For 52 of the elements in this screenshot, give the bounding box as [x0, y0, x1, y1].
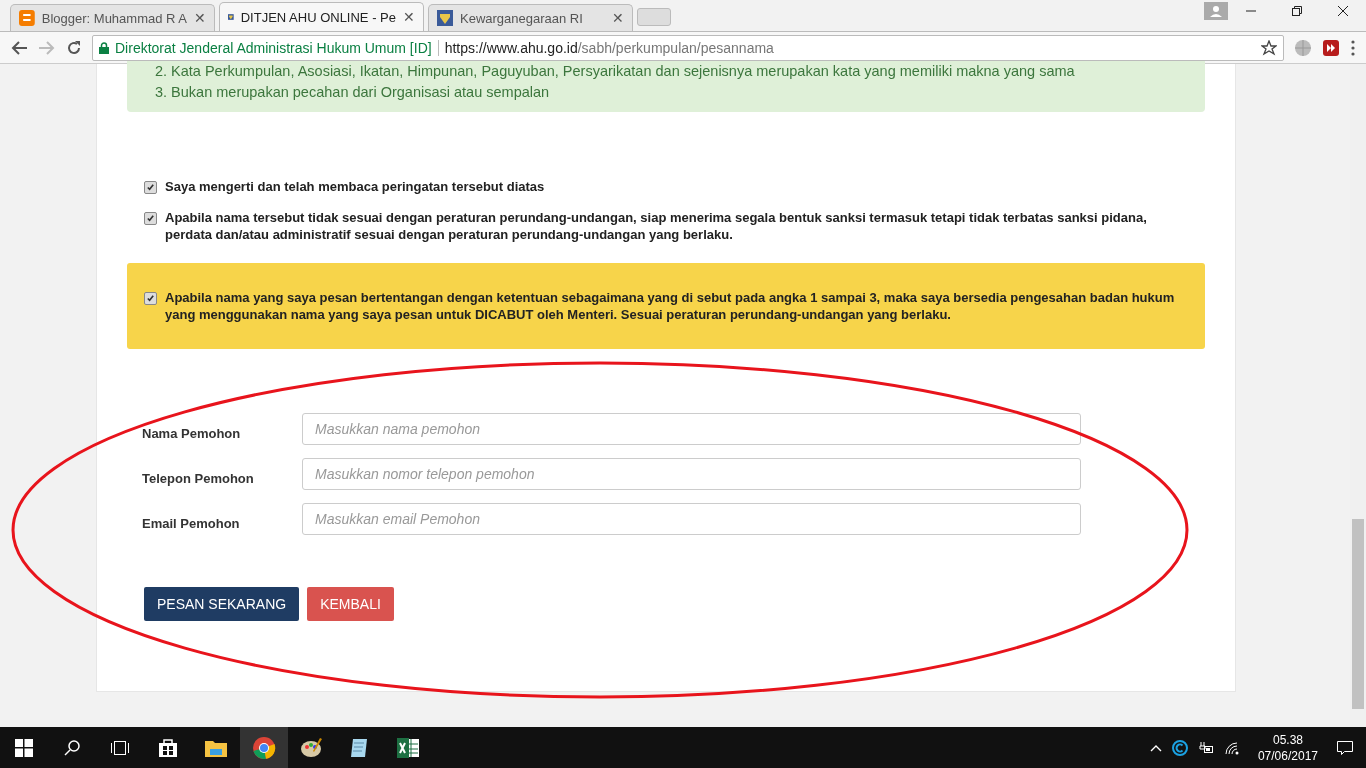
checkmark-icon [146, 294, 155, 303]
browser-tab[interactable]: Blogger: Muhammad R A ✕ [10, 4, 215, 31]
scrollbar-thumb[interactable] [1352, 519, 1364, 709]
close-button[interactable]: ✕ [403, 9, 415, 25]
checkmark-icon [146, 214, 155, 223]
spreadsheet-icon[interactable] [396, 736, 420, 759]
blogger-icon [19, 10, 35, 26]
site-name: Direktorat Jenderal Administrasi Hukum Umum [ID] [115, 39, 432, 56]
close-button[interactable]: ✕ [612, 10, 624, 26]
fast-forward-icon[interactable] [1322, 38, 1340, 57]
submit-button[interactable]: PESAN SEKARANG [144, 587, 300, 621]
warning-text: Apabila nama yang saya pesan bertentangan dengan ketentuan sebagaimana yang di sebut pada angka 1 sampai 3, maka saya bersedia pengesahan badan hukum yang menggunakan nama yang saya pesan untuk DICABUT oleh Menteri. Sesuai peraturan perundang-undangan yang berlaku. [165, 289, 1175, 323]
clock-time[interactable]: 05.38 [1272, 731, 1303, 748]
checkbox[interactable] [144, 292, 157, 305]
list-number: 2. [155, 62, 168, 81]
star-icon[interactable] [1261, 39, 1277, 56]
notice-text: Bukan merupakan pecahan dari Organisasi atau sempalan [171, 83, 550, 102]
notification-icon[interactable] [1336, 739, 1354, 756]
menu-icon[interactable] [1350, 39, 1356, 56]
back-icon[interactable] [10, 39, 28, 56]
address-bar[interactable]: Direktorat Jenderal Administrasi Hukum Umum [ID] https://www.ahu.go.id/sabh/perkumpulan/pesannama [92, 34, 1284, 61]
checkmark-icon [146, 183, 155, 192]
chrome-icon[interactable] [252, 735, 276, 760]
notice-text: Kata Perkumpulan, Asosiasi, Ikatan, Himpunan, Paguyuban, Persyarikatan dan sejenisnya merupakan kata yang memiliki makna yang sama [171, 62, 1075, 81]
browser-tab[interactable]: DITJEN AHU ONLINE - Pe ✕ [219, 2, 424, 31]
palette-icon[interactable] [300, 736, 324, 759]
agreement-text: Saya mengerti dan telah membaca peringatan tersebut diatas [165, 178, 545, 195]
battery-icon[interactable] [1197, 741, 1214, 754]
lock-icon [99, 41, 109, 54]
tab-title: Kewarganegaraan RI [460, 10, 584, 26]
tab-title: DITJEN AHU ONLINE - Pe [240, 9, 396, 25]
emblem-icon [437, 10, 453, 26]
checkbox[interactable] [144, 181, 157, 194]
browser-tab[interactable]: Kewarganegaraan RI ✕ [428, 4, 633, 31]
input-field[interactable]: Masukkan email Pemohon [302, 503, 1081, 535]
clock-date[interactable]: 07/06/2017 [1257, 747, 1318, 764]
agreement-text: Apabila nama tersebut tidak sesuai dengan peraturan perundang-undangan, siap menerima segala bentuk sanksi termasuk tetapi tidak terbatas sanksi pidana, perdata dan/atau administratif sesuai dengan peraturan perundang-undangan yang berlaku. [165, 209, 1148, 243]
back-button[interactable]: KEMBALI [307, 587, 394, 621]
field-label: Email Pemohon [142, 514, 241, 531]
tab-title: Blogger: Muhammad R A [41, 10, 187, 26]
checkbox[interactable] [144, 212, 157, 225]
input-field[interactable]: Masukkan nomor telepon pemohon [302, 458, 1081, 490]
copyright-icon[interactable] [1171, 739, 1188, 756]
close-button[interactable]: ✕ [194, 10, 206, 26]
wifi-icon[interactable] [1223, 740, 1240, 755]
reload-icon[interactable] [66, 39, 82, 56]
chevron-up-icon[interactable] [1149, 743, 1162, 752]
input-field[interactable]: Masukkan nama pemohon [302, 413, 1081, 445]
field-label: Telepon Pemohon [142, 469, 255, 486]
field-label: Nama Pemohon [142, 424, 242, 441]
url-text: https://www.ahu.go.id/sabh/perkumpulan/pesannama [444, 39, 775, 56]
list-number: 3. [155, 83, 168, 102]
